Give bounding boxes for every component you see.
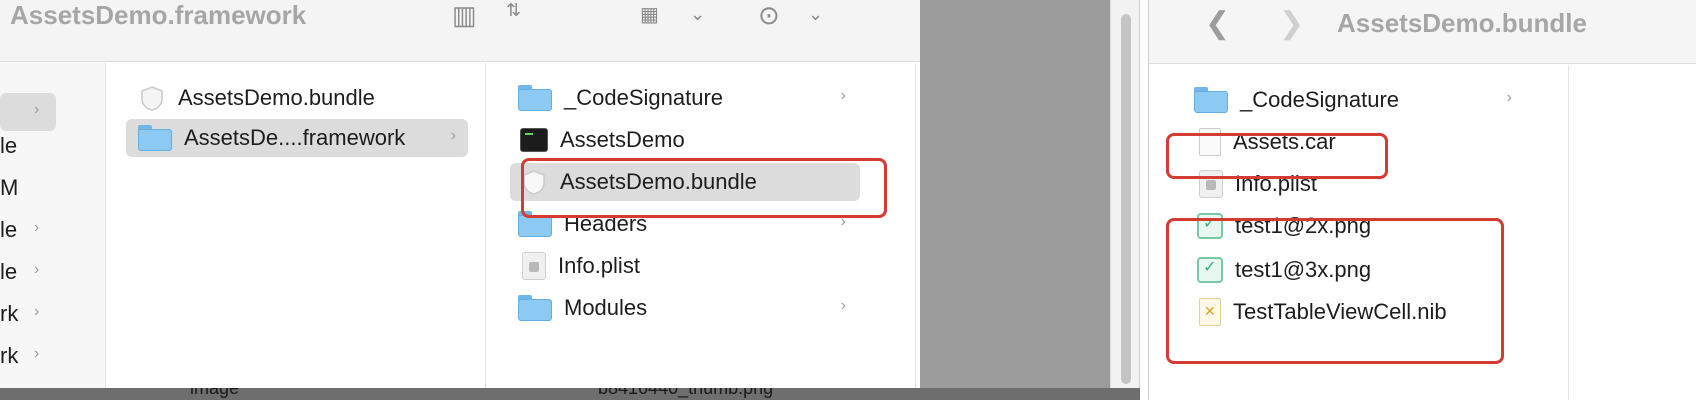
list-item-label: AssetsDemo.bundle [560, 169, 757, 194]
list-item-fragment[interactable]: le [0, 133, 40, 159]
ellipsis-circle-icon[interactable]: ⊙ [758, 2, 780, 28]
column-framework-parent: AssetsDemo.bundle AssetsDe....framework … [106, 63, 486, 396]
chevron-right-icon: › [34, 303, 40, 320]
list-item-label: AssetsDemo [560, 127, 685, 152]
list-item[interactable]: AssetsDemo.bundle [138, 79, 474, 117]
nib-icon [1199, 298, 1221, 326]
list-item[interactable]: AssetsDemo [520, 121, 858, 159]
list-item-label: Headers [564, 211, 648, 236]
background-window-strip: image b8416440_thumb.png [0, 388, 1140, 400]
folder-icon [518, 295, 552, 321]
forward-button[interactable]: ❯ [1279, 6, 1304, 42]
list-item[interactable]: TestTableViewCell.nib [1199, 293, 1489, 331]
list-item-label: AssetsDe....framework [184, 125, 406, 150]
chevron-right-icon: › [1506, 89, 1512, 106]
chevron-right-icon: › [34, 101, 40, 118]
plist-icon [1199, 170, 1223, 198]
bundle-icon [520, 168, 548, 196]
window-title: AssetsDemo.bundle [1337, 8, 1587, 38]
finder-window-bundle: ❮ ❯ AssetsDemo.bundle _CodeSignature › A… [1148, 0, 1696, 400]
list-item[interactable]: test1@3x.png [1197, 251, 1437, 289]
list-item[interactable]: _CodeSignature › [518, 79, 858, 117]
column-bundle-contents: _CodeSignature › Assets.car Info.plist t… [1149, 65, 1569, 400]
list-item[interactable]: Headers › [518, 205, 858, 243]
background-item: b8416440_thumb.png [598, 388, 774, 398]
chevron-right-icon: › [840, 297, 846, 314]
window-title: AssetsDemo.framework [10, 0, 307, 30]
chevron-right-icon: › [34, 261, 40, 278]
list-item[interactable]: _CodeSignature › [1194, 81, 1524, 119]
image-icon [1197, 213, 1223, 239]
list-item[interactable]: Assets.car [1199, 123, 1399, 161]
list-item[interactable]: Modules › [518, 289, 858, 327]
list-item-label: Modules [564, 295, 648, 320]
sort-arrows-icon[interactable]: ⇅ [506, 0, 521, 21]
list-item[interactable]: Info.plist [522, 247, 858, 285]
columns-view-icon[interactable]: ▥ [452, 2, 477, 28]
scrollbar-thumb[interactable] [1121, 14, 1131, 384]
chevron-right-icon: › [840, 213, 846, 230]
list-item[interactable]: › [0, 93, 56, 131]
chevron-right-icon: › [450, 127, 456, 144]
terminal-exec-icon [520, 128, 548, 152]
back-button[interactable]: ❮ [1205, 6, 1230, 42]
plist-icon [522, 252, 546, 280]
toolbar: ❮ ❯ AssetsDemo.bundle [1149, 0, 1696, 64]
folder-icon [518, 85, 552, 111]
list-item-label: TestTableViewCell.nib [1233, 299, 1447, 324]
column-parent-fragments: › le M le › le › rk › rk › [0, 63, 106, 396]
grid-group-icon[interactable]: ▦ [640, 2, 659, 28]
list-item[interactable]: test1@2x.png [1197, 207, 1437, 245]
list-item-label: test1@3x.png [1235, 257, 1372, 282]
list-item[interactable]: Info.plist [1199, 165, 1399, 203]
folder-icon [138, 125, 172, 151]
bundle-icon [138, 84, 166, 112]
finder-window-framework: AssetsDemo.framework ▥ ⇅ ▦ ⌄ ⊙ ⌄ ▢ › le … [0, 0, 1140, 396]
list-item-fragment[interactable]: M [0, 175, 40, 201]
document-icon [1199, 128, 1221, 156]
chevron-right-icon: › [34, 345, 40, 362]
list-item-selected[interactable]: AssetsDe....framework › [126, 119, 468, 157]
background-item: image [190, 388, 240, 398]
preview-pane [920, 0, 1110, 396]
list-item-label: test1@2x.png [1235, 213, 1372, 238]
list-item-label: Assets.car [1233, 129, 1336, 154]
list-item-label: Info.plist [1235, 171, 1317, 196]
column-framework-contents: _CodeSignature › AssetsDemo AssetsDemo.b… [486, 63, 916, 396]
list-item-label: _CodeSignature [1240, 87, 1400, 112]
image-icon [1197, 257, 1223, 283]
folder-icon [518, 211, 552, 237]
list-item-selected[interactable]: AssetsDemo.bundle [510, 163, 860, 201]
list-item-label: Info.plist [558, 253, 640, 278]
list-item-label: _CodeSignature [564, 85, 724, 110]
chevron-right-icon: › [840, 87, 846, 104]
folder-icon [1194, 87, 1228, 113]
chevron-right-icon: › [34, 219, 40, 236]
chevron-down-icon[interactable]: ⌄ [808, 4, 823, 25]
list-item-label: AssetsDemo.bundle [178, 85, 375, 110]
chevron-down-icon[interactable]: ⌄ [690, 4, 705, 25]
